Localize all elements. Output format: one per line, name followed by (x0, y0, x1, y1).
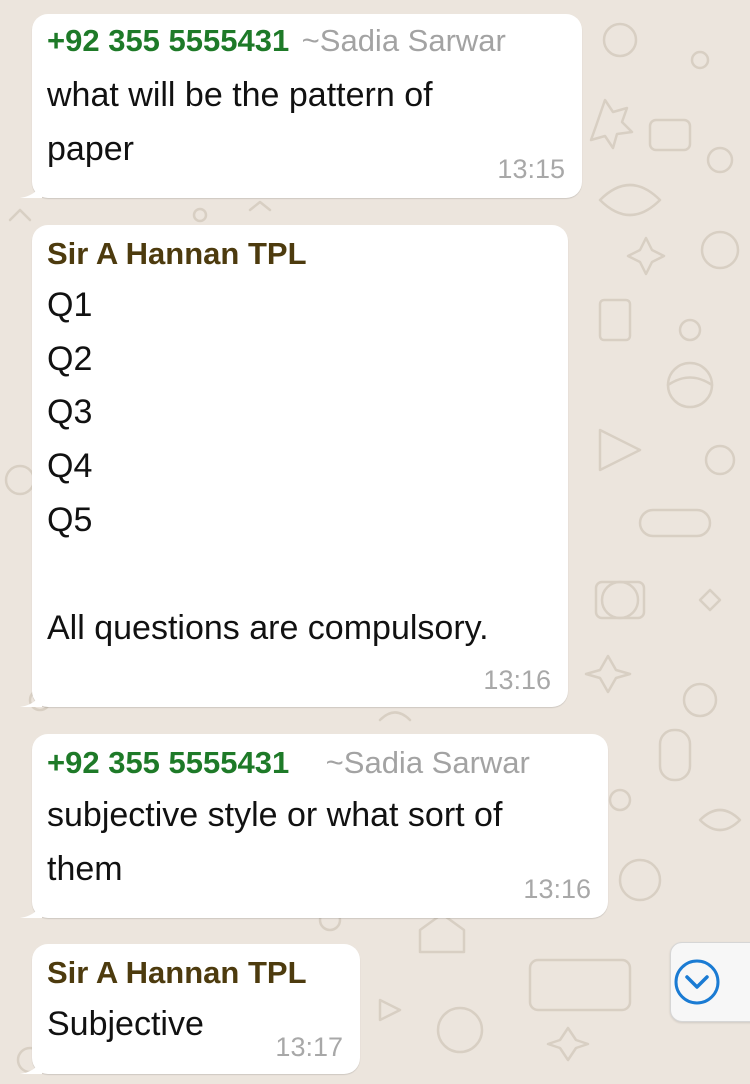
message-text-line: Q3 (47, 393, 93, 431)
sender-phone[interactable]: +92 355 5555431 (47, 23, 289, 58)
message-bubble[interactable]: +92 355 5555431 ~Sadia Sarwar subjective… (20, 734, 608, 918)
bubble-tail (20, 896, 42, 918)
message-time: 13:15 (497, 154, 565, 184)
message-text-line: what will be the pattern of (47, 76, 433, 114)
sender-pushname: ~Sadia Sarwar (325, 745, 530, 780)
bubble-tail (20, 1052, 42, 1074)
sender-pushname: ~Sadia Sarwar (301, 23, 506, 58)
bubble-tail (20, 176, 42, 198)
sender-line: +92 355 5555431 ~Sadia Sarwar (47, 24, 506, 64)
message-time: 13:16 (523, 874, 591, 904)
scroll-to-bottom-button[interactable] (670, 942, 750, 1022)
message-text-line: subjective style or what sort of (47, 796, 503, 834)
message-text-line: Subjective (47, 1005, 204, 1043)
sender-line: +92 355 5555431 ~Sadia Sarwar (47, 746, 530, 786)
message-text-line: Q4 (47, 447, 93, 485)
message-text-line: All questions are compulsory. (47, 609, 489, 647)
bubble-tail (20, 685, 42, 707)
message-text-line: Q2 (47, 340, 93, 378)
sender-name[interactable]: Sir A Hannan TPL (47, 953, 307, 993)
sender-phone[interactable]: +92 355 5555431 (47, 745, 289, 780)
message-time: 13:16 (483, 665, 551, 695)
message-text-line: Q5 (47, 501, 93, 539)
message-time: 13:17 (275, 1032, 343, 1062)
message-text-line: Q1 (47, 286, 93, 324)
sender-name[interactable]: Sir A Hannan TPL (47, 234, 307, 274)
message-text-line: them (47, 850, 123, 888)
message-text-line: paper (47, 130, 134, 168)
chevron-down-circle-icon (674, 959, 720, 1005)
message-bubble[interactable]: Sir A Hannan TPL Subjective 13:17 (20, 944, 360, 1074)
message-bubble[interactable]: +92 355 5555431 ~Sadia Sarwar what will … (20, 14, 582, 198)
message-bubble[interactable]: Sir A Hannan TPL Q1 Q2 Q3 Q4 Q5 All ques… (20, 225, 568, 707)
